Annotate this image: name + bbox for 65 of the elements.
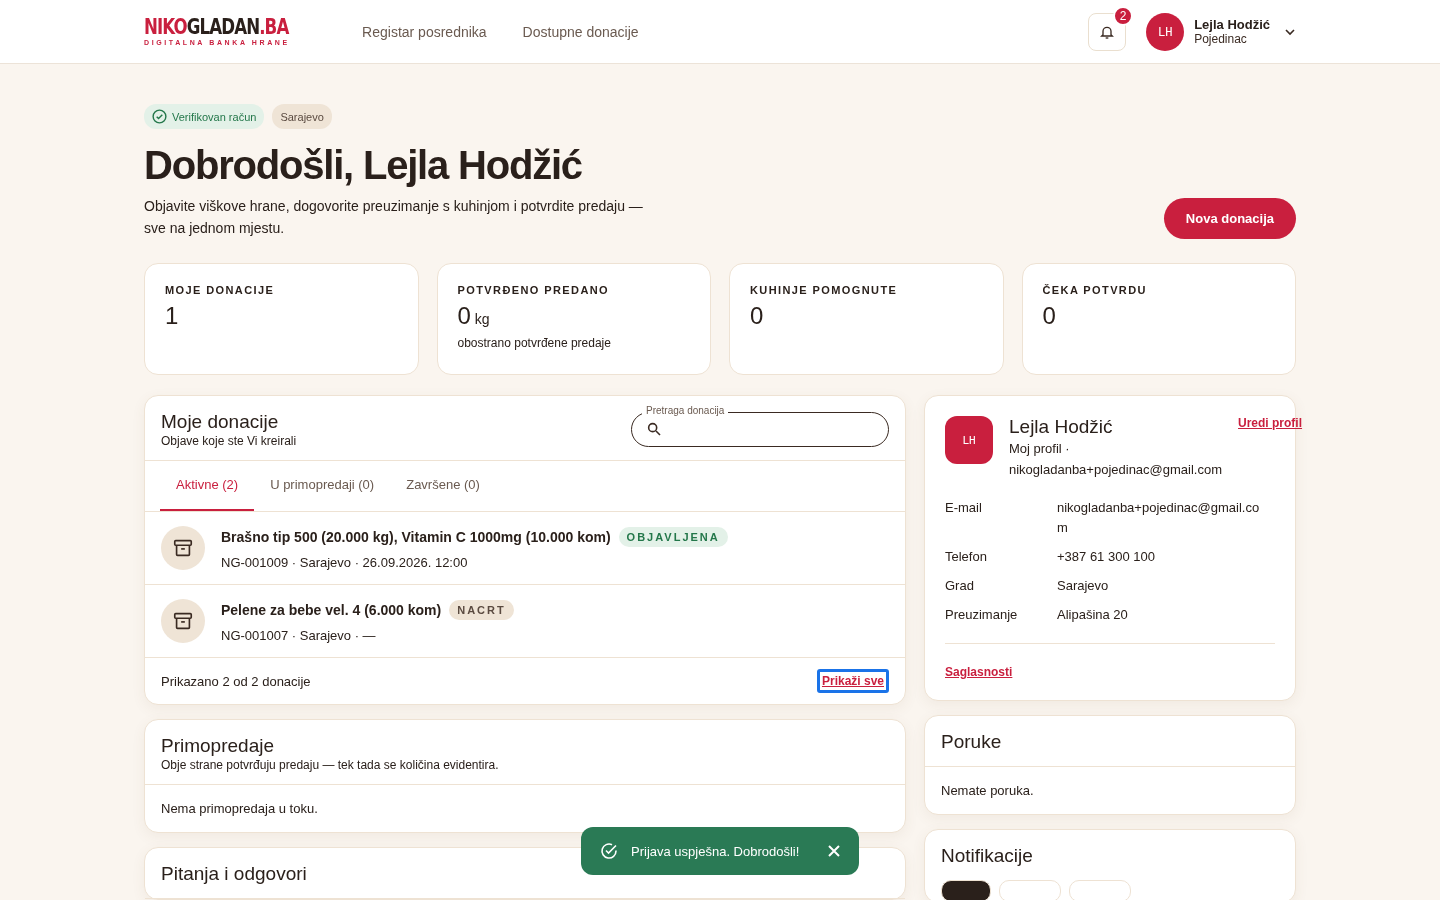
- nav-link[interactable]: Dostupne donacije: [522, 23, 639, 40]
- status-badge: NACRT: [449, 599, 514, 620]
- card-title: Moje donacije: [161, 410, 280, 434]
- page-title: Dobrodošli, Lejla Hodžić: [144, 142, 583, 189]
- card-subtitle: Obje strane potvrđuju predaju — tek tada se količina evidentira.: [161, 758, 499, 772]
- stat-label: MOJE DONACIJE: [165, 284, 276, 296]
- card-subtitle: Objave koje ste Vi kreirali: [161, 434, 297, 448]
- new-donation-button[interactable]: Nova donacija: [1163, 198, 1296, 239]
- field-label: Grad: [945, 577, 975, 595]
- tab[interactable]: Aktivne (2): [160, 461, 255, 511]
- card-title: Notifikacije: [941, 844, 1033, 868]
- user-name: Lejla Hodžić: [1194, 17, 1270, 32]
- notification-badge: 2: [1113, 5, 1134, 26]
- donation-row[interactable]: Pelene za bebe vel. 4 (6.000 kom) NACRT NG-001007 · Sarajevo · —: [145, 585, 905, 658]
- verified-badge: Verifikovan račun: [144, 104, 265, 129]
- show-all-link[interactable]: Prikaži sve: [816, 669, 889, 693]
- user-avatar[interactable]: LH: [1146, 12, 1185, 51]
- field-label: Telefon: [945, 548, 988, 566]
- profile-name: Lejla Hodžić: [1009, 416, 1114, 438]
- profile-subtitle: Moj profil ·: [1009, 440, 1071, 458]
- stat-unit: kg: [474, 311, 490, 327]
- archive-box-icon: [172, 537, 194, 559]
- page-subtitle: Objavite viškove hrane, dogovorite preuzimanje s kuhinjom i potvrdite predaju — sve na jednom mjestu.: [144, 197, 644, 238]
- stat-value: 1: [165, 302, 179, 329]
- edit-profile-link[interactable]: Uredi profil: [1238, 416, 1303, 480]
- city-tag: Sarajevo: [272, 104, 332, 129]
- donation-meta: NG-001007 · Sarajevo · —: [221, 627, 377, 643]
- check-circle-icon: [599, 841, 619, 861]
- status-badge: OBJAVLJENA: [618, 526, 728, 547]
- search-icon: [646, 421, 662, 437]
- donation-meta: NG-001009 · Sarajevo · 26.09.2026. 12:00: [221, 554, 469, 570]
- result-count: Prikazano 2 od 2 donacije: [161, 673, 311, 689]
- field-label: E-mail: [945, 499, 983, 517]
- close-button[interactable]: [827, 844, 841, 858]
- tab[interactable]: Završene (0): [390, 461, 496, 511]
- toast-message: Prijava uspješna. Dobrodošli!: [631, 843, 800, 859]
- stat-label: POTVRĐENO PREDANO: [457, 284, 611, 296]
- nav-link[interactable]: Registar posrednika: [362, 23, 487, 40]
- user-role: Pojedinac: [1194, 32, 1248, 46]
- card-title: Primopredaje: [161, 734, 275, 758]
- card-title: Pitanja i odgovori: [161, 862, 307, 886]
- empty-message: Nema primopredaja u toku.: [160, 800, 319, 818]
- archive-box-icon: [172, 610, 194, 632]
- filter-chip[interactable]: [941, 880, 991, 900]
- profile-email: nikogladanba+pojedinac@gmail.com: [1009, 461, 1223, 479]
- profile-avatar: LH: [945, 416, 993, 464]
- field-value: +387 61 300 100: [1057, 548, 1156, 566]
- stat-value: 0: [1042, 302, 1056, 329]
- stat-value: 0: [750, 302, 764, 329]
- stat-label: ČEKA POTVRDU: [1042, 284, 1148, 296]
- field-value: Sarajevo: [1057, 577, 1110, 595]
- donation-row[interactable]: Brašno tip 500 (20.000 kg), Vitamin C 1000mg (10.000 kom) OBJAVLJENA NG-001009 · Sarajevo · 26.09.2026. 12:00: [145, 512, 905, 585]
- card-title: Poruke: [941, 730, 1002, 754]
- logo[interactable]: NIKOGLADAN.BA: [144, 16, 289, 38]
- stat-note: obostrano potvrđene predaje: [457, 336, 612, 350]
- field-value: Alipašina 20: [1057, 606, 1129, 624]
- empty-message: Nemate poruka.: [940, 782, 1035, 800]
- consents-link[interactable]: Saglasnosti: [945, 665, 1013, 679]
- donation-title: Brašno tip 500 (20.000 kg), Vitamin C 1000mg (10.000 kom): [221, 528, 611, 545]
- stat-value: 0: [457, 302, 471, 329]
- field-label: Preuzimanje: [945, 606, 1019, 624]
- tab[interactable]: U primopredaji (0): [254, 461, 391, 511]
- donation-title: Pelene za bebe vel. 4 (6.000 kom): [221, 601, 442, 618]
- field-value: nikogladanba+pojedinac@gmail.com: [1057, 499, 1261, 537]
- stat-label: KUHINJE POMOGNUTE: [750, 284, 899, 296]
